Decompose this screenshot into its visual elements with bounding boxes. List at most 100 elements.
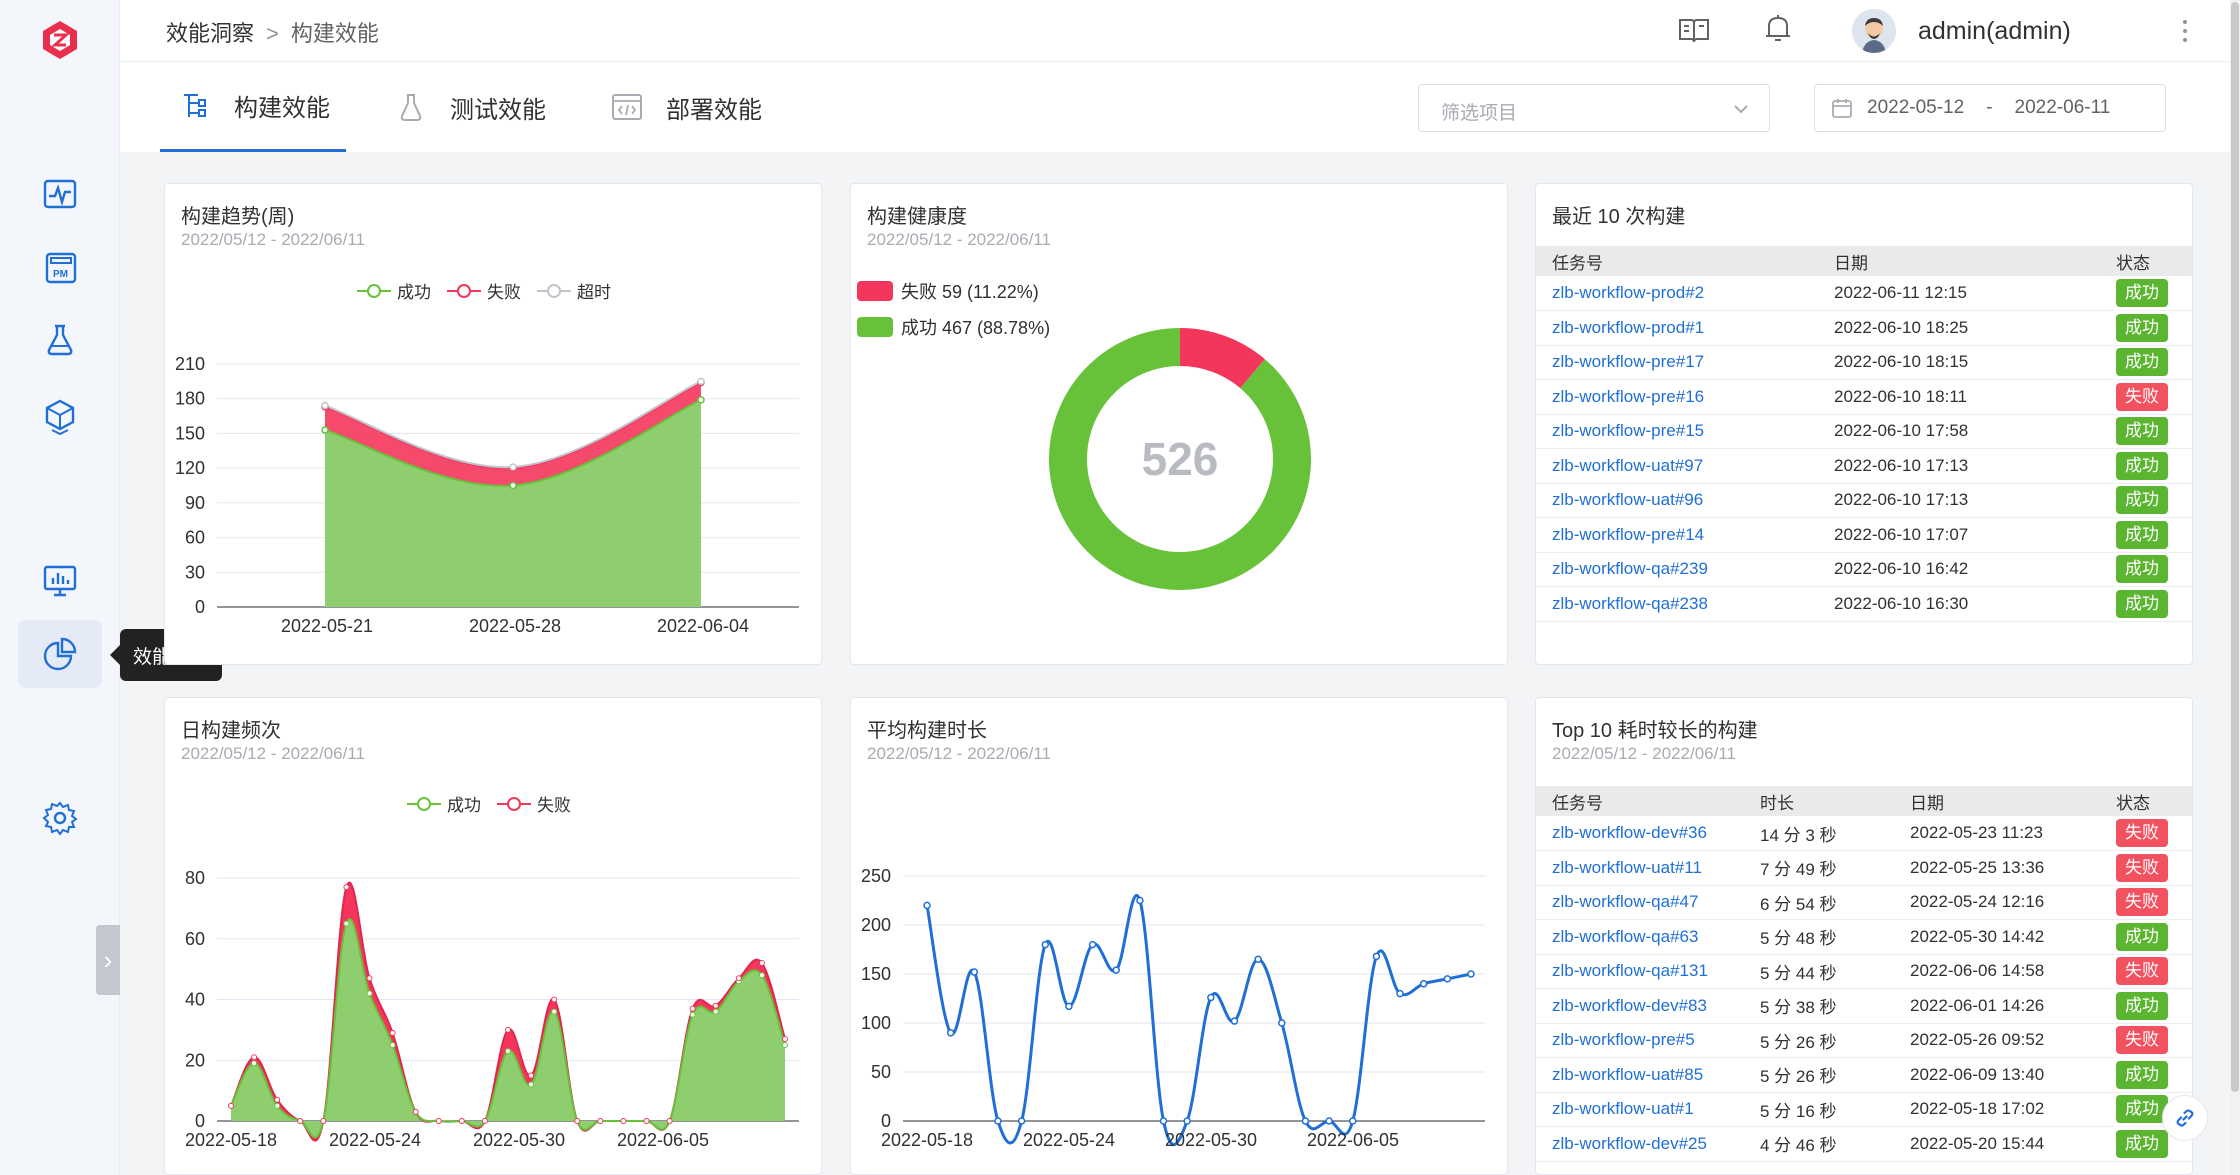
task-cell[interactable]: zlb-workflow-pre#17 xyxy=(1536,345,1818,380)
share-link-button[interactable] xyxy=(2162,1095,2208,1141)
task-cell[interactable]: zlb-workflow-qa#131 xyxy=(1536,954,1744,989)
column-header: 时长 xyxy=(1744,786,1894,816)
scrollbar-thumb[interactable] xyxy=(2231,2,2239,1092)
task-cell[interactable]: zlb-workflow-dev#36 xyxy=(1536,816,1744,851)
status-cell: 成功 xyxy=(2100,1057,2192,1093)
table-row[interactable]: zlb-workflow-uat#1 5 分 16 秒 2022-05-18 17:… xyxy=(1536,1092,2192,1127)
table-row[interactable]: zlb-workflow-uat#97 2022-06-10 17:13 成功 xyxy=(1536,448,2192,484)
task-cell[interactable]: zlb-workflow-qa#239 xyxy=(1536,552,1818,587)
table-row[interactable]: zlb-workflow-qa#239 2022-06-10 16:42 成功 xyxy=(1536,552,2192,587)
data-point xyxy=(343,884,350,891)
docs-book-icon[interactable] xyxy=(1676,12,1712,48)
task-cell[interactable]: zlb-workflow-uat#85 xyxy=(1536,1057,1744,1093)
table-row[interactable]: zlb-workflow-qa#47 6 分 54 秒 2022-05-24 12:… xyxy=(1536,885,2192,920)
status-badge: 成功 xyxy=(2116,451,2168,480)
task-cell[interactable]: zlb-workflow-pre#16 xyxy=(1536,379,1818,415)
status-cell: 失败 xyxy=(2100,850,2192,886)
test-flask-icon xyxy=(400,94,422,121)
y-tick-label: 0 xyxy=(195,597,205,617)
table-row[interactable]: zlb-workflow-pre#17 2022-06-10 18:15 成功 xyxy=(1536,345,2192,380)
y-tick-label: 90 xyxy=(185,493,205,513)
nav-pm-icon[interactable]: PM xyxy=(36,244,84,292)
data-point xyxy=(643,1118,650,1124)
table-row[interactable]: zlb-workflow-qa#131 5 分 44 秒 2022-06-06 14… xyxy=(1536,954,2192,989)
table-row[interactable]: zlb-workflow-dev#83 5 分 38 秒 2022-06-01 14… xyxy=(1536,988,2192,1024)
task-cell[interactable]: zlb-workflow-prod#2 xyxy=(1536,276,1818,311)
data-point xyxy=(458,1118,465,1124)
task-cell[interactable]: zlb-workflow-uat#97 xyxy=(1536,448,1818,484)
user-name[interactable]: admin(admin) xyxy=(1918,17,2071,46)
data-point xyxy=(1396,989,1404,998)
table-row[interactable]: zlb-workflow-pre#14 2022-06-10 17:07 成功 xyxy=(1536,517,2192,553)
task-cell[interactable]: zlb-workflow-qa#47 xyxy=(1536,885,1744,920)
notification-bell-icon[interactable] xyxy=(1760,10,1796,46)
nav-insight-pie-icon[interactable] xyxy=(18,620,102,688)
data-point xyxy=(321,401,329,410)
data-point xyxy=(666,1118,673,1124)
date-range-start[interactable]: 2022-05-12 xyxy=(1867,97,1964,119)
data-point xyxy=(1041,940,1050,949)
data-point xyxy=(1301,1117,1310,1125)
task-cell[interactable]: zlb-workflow-uat#11 xyxy=(1536,850,1744,886)
task-cell[interactable]: zlb-workflow-qa#238 xyxy=(1536,586,1818,622)
table-row[interactable]: zlb-workflow-uat#85 5 分 26 秒 2022-06-09 13… xyxy=(1536,1057,2192,1093)
nav-test-flask-icon[interactable] xyxy=(36,316,84,364)
date-cell: 2022-06-11 12:15 xyxy=(1818,276,2100,311)
y-tick-label: 200 xyxy=(861,915,891,935)
nav-dashboard-icon[interactable] xyxy=(36,556,84,604)
user-avatar[interactable] xyxy=(1852,9,1896,53)
table-row[interactable]: zlb-workflow-prod#1 2022-06-10 18:25 成功 xyxy=(1536,310,2192,346)
duration-cell: 6 分 54 秒 xyxy=(1744,885,1894,920)
table-row[interactable]: zlb-workflow-qa#63 5 分 48 秒 2022-05-30 14:… xyxy=(1536,919,2192,955)
nav-monitor-icon[interactable] xyxy=(36,170,84,218)
table-row[interactable]: zlb-workflow-dev#25 4 分 46 秒 2022-05-20 15… xyxy=(1536,1126,2192,1162)
project-filter-select[interactable]: 筛选项目 xyxy=(1418,84,1770,132)
date-range-picker[interactable]: 2022-05-12 - 2022-06-11 xyxy=(1814,84,2166,132)
sidebar-collapse-toggle[interactable]: › xyxy=(96,925,120,995)
more-vertical-icon[interactable] xyxy=(2180,16,2190,46)
column-header: 日期 xyxy=(1818,246,2100,276)
status-cell: 成功 xyxy=(2100,345,2192,380)
table-row[interactable]: zlb-workflow-uat#11 7 分 49 秒 2022-05-25 13… xyxy=(1536,850,2192,886)
task-cell[interactable]: zlb-workflow-uat#96 xyxy=(1536,483,1818,518)
task-cell[interactable]: zlb-workflow-pre#14 xyxy=(1536,517,1818,553)
y-tick-label: 30 xyxy=(185,562,205,582)
x-tick-label: 2022-05-24 xyxy=(1023,1130,1115,1150)
tab-test[interactable]: 测试效能 xyxy=(394,62,546,152)
breadcrumb-separator: > xyxy=(266,21,279,46)
table-row[interactable]: zlb-workflow-dev#36 14 分 3 秒 2022-05-23 11… xyxy=(1536,816,2192,851)
nav-settings-gear-icon[interactable] xyxy=(36,794,84,842)
table-row[interactable]: zlb-workflow-uat#96 2022-06-10 17:13 成功 xyxy=(1536,483,2192,518)
data-point xyxy=(758,972,765,979)
tab-deploy[interactable]: 部署效能 xyxy=(610,62,762,152)
status-badge: 失败 xyxy=(2116,957,2168,986)
status-badge: 成功 xyxy=(2116,1060,2168,1089)
table-row[interactable]: zlb-workflow-pre#16 2022-06-10 18:11 失败 xyxy=(1536,379,2192,415)
table-header-row: 任务号 时长 日期 状态 xyxy=(1536,786,2192,816)
task-cell[interactable]: zlb-workflow-qa#63 xyxy=(1536,919,1744,955)
task-cell[interactable]: zlb-workflow-pre#5 xyxy=(1536,1023,1744,1058)
app-logo-icon[interactable] xyxy=(38,18,82,62)
status-badge: 成功 xyxy=(2116,313,2168,342)
date-cell: 2022-06-10 17:07 xyxy=(1818,517,2100,553)
task-cell[interactable]: zlb-workflow-dev#25 xyxy=(1536,1126,1744,1162)
card-daily-frequency: 日构建频次 2022/05/12 - 2022/06/11 成功 失败 0 20 4… xyxy=(164,697,822,1175)
task-cell[interactable]: zlb-workflow-uat#1 xyxy=(1536,1092,1744,1127)
card-avg-duration: 平均构建时长 2022/05/12 - 2022/06/11 0 50 100 150… xyxy=(850,697,1508,1175)
page-scrollbar[interactable] xyxy=(2230,0,2240,1175)
date-range-end[interactable]: 2022-06-11 xyxy=(2015,97,2111,119)
tab-build[interactable]: 构建效能 xyxy=(160,62,346,152)
table-row[interactable]: zlb-workflow-qa#238 2022-06-10 16:30 成功 xyxy=(1536,586,2192,622)
task-cell[interactable]: zlb-workflow-dev#83 xyxy=(1536,988,1744,1024)
table-row[interactable]: zlb-workflow-pre#15 2022-06-10 17:58 成功 xyxy=(1536,414,2192,449)
data-point xyxy=(689,1005,696,1012)
y-tick-label: 60 xyxy=(185,528,205,548)
user-menu[interactable]: admin(admin) xyxy=(1852,9,2071,53)
task-cell[interactable]: zlb-workflow-pre#15 xyxy=(1536,414,1818,449)
table-row[interactable]: zlb-workflow-pre#5 5 分 26 秒 2022-05-26 09:… xyxy=(1536,1023,2192,1058)
status-badge: 成功 xyxy=(2116,417,2168,446)
table-row[interactable]: zlb-workflow-prod#2 2022-06-11 12:15 成功 xyxy=(1536,276,2192,311)
task-cell[interactable]: zlb-workflow-prod#1 xyxy=(1536,310,1818,346)
nav-deploy-box-icon[interactable] xyxy=(36,392,84,440)
breadcrumb-parent[interactable]: 效能洞察 xyxy=(166,21,254,46)
